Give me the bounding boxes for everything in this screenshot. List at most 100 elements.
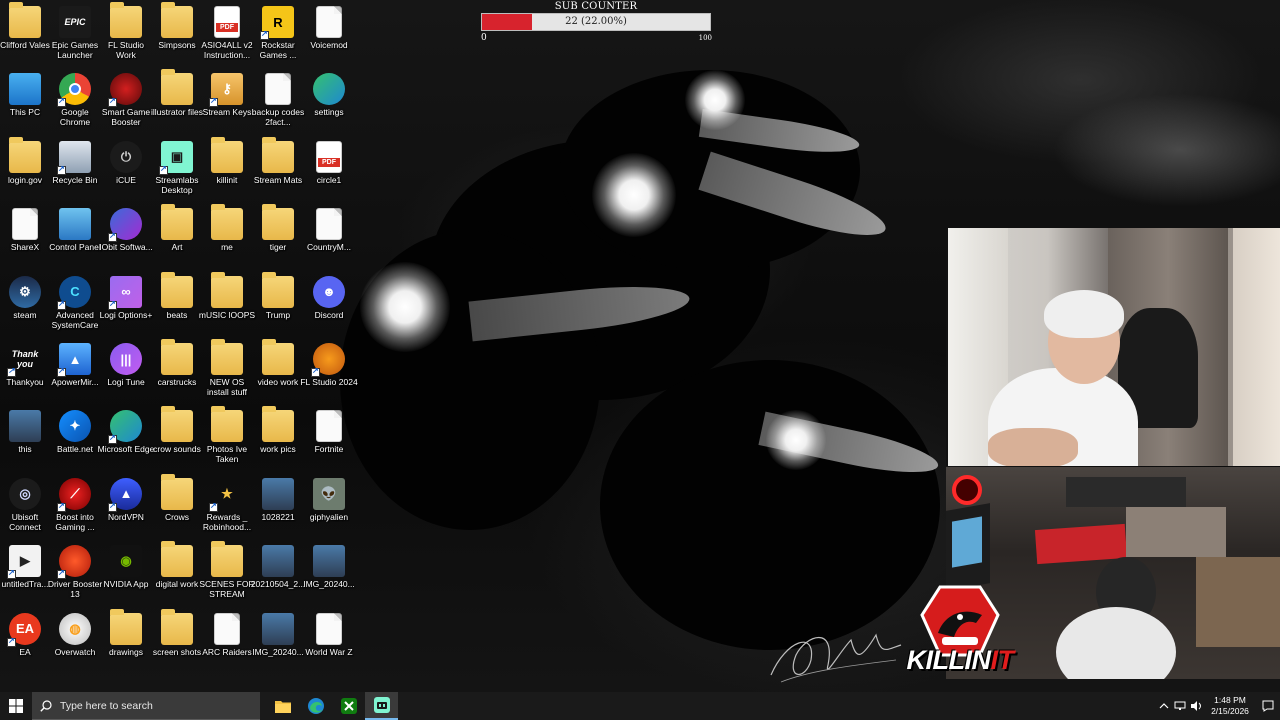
desktop-icon[interactable]: ||| Logi Tune (97, 337, 155, 387)
desktop-icon[interactable]: settings (300, 67, 358, 117)
desktop-icon[interactable]: Stream Mats (249, 135, 307, 185)
desktop-icon[interactable]: Driver Booster 13 (46, 539, 104, 599)
desktop-icon-label: CountryM... (307, 242, 351, 253)
desktop-icon-label: Overwatch (54, 646, 96, 657)
taskbar-streamlabs[interactable] (365, 692, 398, 720)
desktop-icon[interactable]: work pics (249, 404, 307, 454)
desktop-icon[interactable]: killinit (198, 135, 256, 185)
folder-icon (262, 271, 294, 308)
desktop-icon[interactable]: IMG_20240... (300, 539, 358, 589)
folder-icon (274, 701, 291, 713)
search-placeholder: Type here to search (60, 699, 153, 712)
desktop-icon-label: Microsoft Edge (97, 444, 155, 455)
desktop-icon[interactable]: ✦ Battle.net (46, 404, 104, 454)
desktop-icon[interactable]: 👽 giphyalien (300, 472, 358, 522)
desktop-icon-label: IMG_20240... (303, 579, 355, 590)
desktop-icon[interactable]: ⟋Boost into Gaming ... (46, 472, 104, 532)
desktop-icon[interactable]: ◍ Overwatch (46, 607, 104, 657)
desktop-icon[interactable]: ⏻ iCUE (97, 135, 155, 185)
ubisoft-icon: ◎ (9, 477, 41, 510)
volume-icon[interactable] (1188, 692, 1204, 720)
desktop-icon[interactable]: SCENES FOR STREAM (198, 539, 256, 599)
desktop-icon[interactable]: ▲NordVPN (97, 472, 155, 522)
desktop-icon[interactable]: Fortnite (300, 404, 358, 454)
desktop-icon[interactable]: FL Studio 2024 (300, 337, 358, 387)
desktop-icon[interactable]: mUSIC lOOPS (198, 270, 256, 320)
desktop-icon[interactable]: me (198, 202, 256, 252)
battlenet-icon: ✦ (59, 410, 91, 443)
desktop-icon[interactable]: ∞Logi Options+ (97, 270, 155, 320)
desktop-icon-label: Logi Options+ (99, 309, 153, 320)
desktop-icon[interactable]: Microsoft Edge (97, 404, 155, 454)
folder-icon (211, 339, 243, 375)
desktop-icon-label: ARC Raiders (202, 646, 252, 657)
desktop-icon-label: FL Studio 2024 (300, 377, 358, 387)
desktop-icon[interactable]: Smart Game Booster (97, 67, 155, 127)
desktop-icon[interactable]: video work (249, 337, 307, 387)
desktop-icon[interactable]: PDF circle1 (300, 135, 358, 185)
desktop-icon[interactable]: IObit Softwa... (97, 202, 155, 252)
document-icon (316, 410, 342, 443)
desktop-icon[interactable]: 1028221 (249, 472, 307, 522)
desktop-icon-label: Rockstar Games ... (259, 40, 297, 60)
desktop-icon-label: work pics (260, 444, 296, 455)
desktop-icon[interactable]: drawings (97, 607, 155, 657)
desktop-icon[interactable]: Control Panel (46, 202, 104, 252)
desktop-icon[interactable]: ⚷Stream Keys (198, 67, 256, 117)
chevron-up-icon[interactable] (1156, 692, 1172, 720)
network-icon[interactable] (1172, 692, 1188, 720)
this-pc-icon (9, 73, 41, 106)
ea-icon: EA (7, 612, 41, 647)
sub-counter-widget: SUB COUNTER 22 (22.00%) 0 100 (478, 0, 714, 46)
desktop-icon[interactable]: World War Z (300, 607, 358, 657)
desktop-icon[interactable]: ☻ Discord (300, 270, 358, 320)
desktop-icon[interactable]: Google Chrome (46, 67, 104, 127)
folder-icon (211, 271, 243, 308)
desktop-icon[interactable]: CAdvanced SystemCare (46, 270, 104, 330)
desktop-icon[interactable]: 20210504_2... (249, 539, 307, 589)
taskbar-search-box[interactable]: Type here to search (32, 692, 260, 720)
control-panel-icon (59, 208, 91, 241)
desktop-icon[interactable]: ★Rewards _ Robinhood... (198, 472, 256, 532)
start-button[interactable] (0, 692, 32, 720)
image-icon (262, 545, 294, 578)
desktop-icon[interactable]: IMG_20240... (249, 607, 307, 657)
folder-icon (161, 541, 193, 578)
desktop-icon[interactable]: ARC Raiders (198, 607, 256, 657)
taskbar-clock[interactable]: 1:48 PM 2/15/2026 (1204, 695, 1256, 717)
taskbar: Type here to search 1:48 PM 2/15/2026 (0, 692, 1280, 720)
desktop-icon-label: FL Studio Work (107, 40, 145, 60)
desktop-icon[interactable]: PDF ASIO4ALL v2 Instruction... (198, 0, 256, 60)
document-icon (12, 208, 38, 241)
desktop-icon[interactable]: Trump (249, 270, 307, 320)
desktop-icon[interactable]: backup codes 2fact... (249, 67, 307, 127)
pdf-icon: PDF (214, 6, 240, 38)
taskbar-file-explorer[interactable] (266, 692, 299, 720)
image-icon (262, 612, 294, 645)
desktop-icon[interactable]: ▲ApowerMir... (46, 337, 104, 387)
desktop-icon[interactable]: Recycle Bin (46, 135, 104, 185)
taskbar-microsoft-edge[interactable] (299, 692, 332, 720)
desktop-icon[interactable]: Photos Ive Taken (198, 404, 256, 464)
desktop-icon[interactable]: Voicemod (300, 0, 358, 50)
desktop-icon-label: Advanced SystemCare (51, 309, 99, 330)
desktop-icon[interactable]: FL Studio Work (97, 0, 155, 60)
chrome-icon (57, 73, 91, 108)
desktop-icon[interactable]: NEW OS install stuff (198, 337, 256, 397)
smart-game-booster-icon (108, 73, 142, 108)
desktop-icon-label: Discord (314, 309, 344, 320)
edge-icon (313, 73, 345, 106)
desktop-icon[interactable]: CountryM... (300, 202, 358, 252)
desktop-icon[interactable]: RRockstar Games ... (249, 0, 307, 60)
advanced-systemcare-icon: C (57, 275, 91, 310)
desktop-icon-label: IObit Softwa... (99, 242, 153, 253)
taskbar-xbox[interactable] (332, 692, 365, 720)
document-icon (214, 612, 240, 645)
desktop-icon[interactable]: ◉ NVIDIA App (97, 539, 155, 589)
epic-games-icon: EPIC (59, 6, 91, 38)
desktop-icon[interactable]: EPIC Epic Games Launcher (46, 0, 104, 60)
desktop-icon[interactable]: tiger (249, 202, 307, 252)
edge-icon (307, 698, 324, 714)
notification-center-button[interactable] (1256, 692, 1280, 720)
desktop-icon-label: Google Chrome (59, 107, 91, 128)
